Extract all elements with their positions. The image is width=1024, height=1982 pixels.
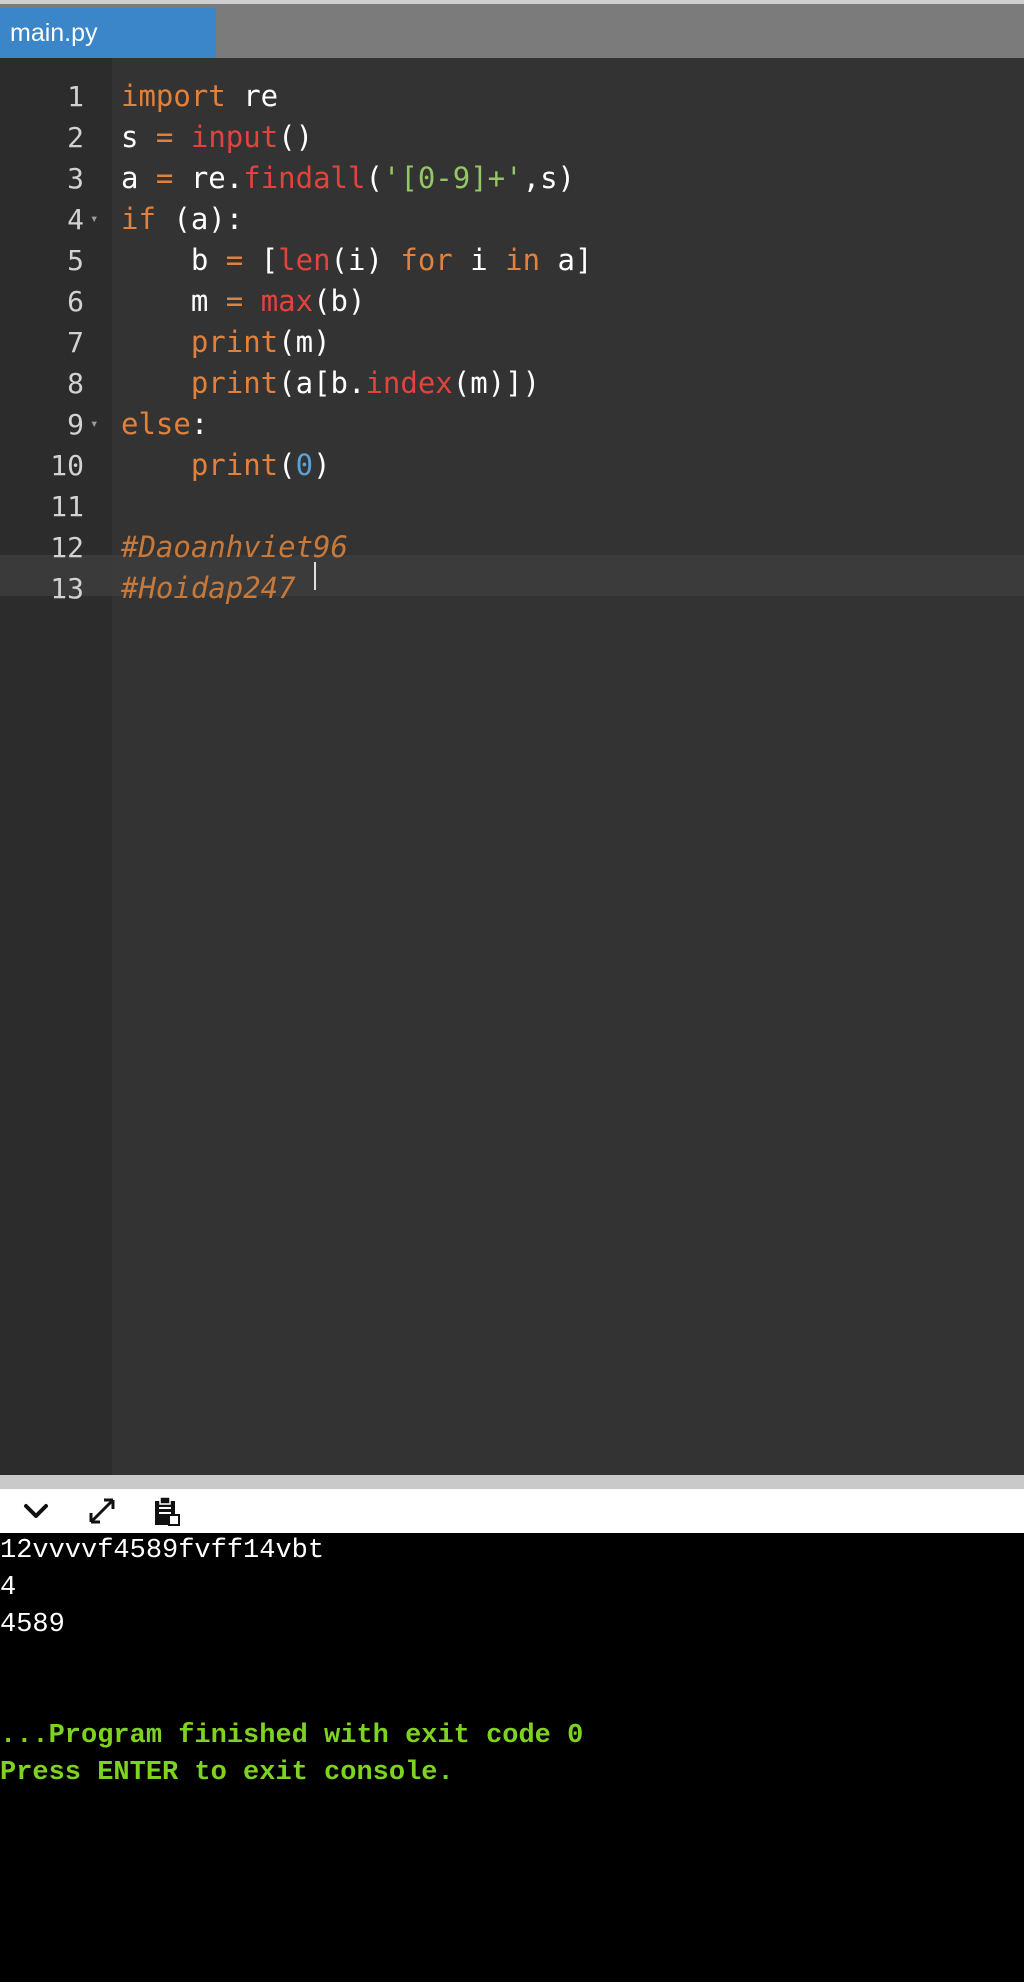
line-number: 5 bbox=[67, 244, 84, 277]
code-token: (m)]) bbox=[452, 366, 541, 400]
console-output-line: 4589 bbox=[0, 1610, 65, 1640]
code-token: ,s) bbox=[522, 161, 575, 195]
code-token: len bbox=[278, 243, 331, 277]
code-line[interactable]: #Hoidap247 bbox=[121, 568, 296, 609]
code-token: max bbox=[260, 284, 314, 318]
code-token: (a[b. bbox=[278, 366, 366, 400]
code-token: : bbox=[190, 407, 209, 441]
line-number: 7 bbox=[67, 326, 84, 359]
code-line[interactable]: print(m) bbox=[121, 322, 331, 363]
console-output-line: 12vvvvf4589fvff14vbt bbox=[0, 1536, 325, 1566]
line-number: 11 bbox=[50, 490, 84, 523]
code-token: = bbox=[225, 284, 244, 318]
console-toolbar bbox=[0, 1489, 1024, 1533]
code-token: = bbox=[225, 243, 244, 277]
fold-toggle-icon[interactable]: ▾ bbox=[90, 404, 98, 445]
code-token: input bbox=[190, 120, 279, 154]
line-number: 9 bbox=[67, 408, 84, 441]
code-token: #Hoidap247 bbox=[121, 571, 296, 605]
code-token: import bbox=[121, 79, 226, 113]
line-number: 3 bbox=[67, 162, 84, 195]
line-number: 8 bbox=[67, 367, 84, 400]
line-number: 12 bbox=[50, 531, 84, 564]
code-editor[interactable]: 1 import re 2 s = input() 3 a = re.findall('[… bbox=[0, 58, 1024, 1475]
code-token: #Daoanhviet96 bbox=[121, 530, 348, 564]
code-token: b bbox=[121, 243, 226, 277]
code-token: print bbox=[190, 366, 279, 400]
code-token: = bbox=[155, 120, 174, 154]
fold-toggle-icon[interactable]: ▾ bbox=[90, 199, 98, 240]
code-line[interactable]: s = input() bbox=[121, 117, 313, 158]
code-token: (m) bbox=[278, 325, 331, 359]
code-token: (i) bbox=[330, 243, 401, 277]
code-token: ( bbox=[278, 448, 296, 482]
code-token: print bbox=[190, 325, 279, 359]
code-token: re bbox=[225, 79, 279, 113]
code-token: s bbox=[121, 120, 156, 154]
code-line[interactable]: import re bbox=[121, 76, 278, 117]
code-token: index bbox=[365, 366, 453, 400]
code-token: '[0-9]+' bbox=[382, 161, 523, 195]
code-line[interactable]: print(a[b.index(m)]) bbox=[121, 363, 540, 404]
code-token: = bbox=[155, 161, 174, 195]
code-token: 0 bbox=[295, 448, 314, 482]
code-line[interactable]: b = [len(i) for i in a] bbox=[121, 240, 593, 281]
code-line[interactable]: a = re.findall('[0-9]+',s) bbox=[121, 158, 575, 199]
exit-code-message: ...Program finished with exit code 0 bbox=[0, 1721, 584, 1751]
press-enter-message: Press ENTER to exit console. bbox=[0, 1758, 454, 1788]
chevron-down-icon[interactable] bbox=[14, 1493, 58, 1529]
code-token: else bbox=[121, 407, 191, 441]
code-token: in bbox=[505, 243, 541, 277]
code-line[interactable]: else: bbox=[121, 404, 208, 445]
code-token: print bbox=[190, 448, 279, 482]
code-token: i bbox=[452, 243, 506, 277]
text-cursor bbox=[314, 562, 316, 590]
line-number: 13 bbox=[50, 572, 84, 605]
console-output-line: 4 bbox=[0, 1573, 17, 1603]
tab-main-py[interactable]: main.py bbox=[0, 8, 216, 62]
expand-icon[interactable] bbox=[80, 1493, 124, 1529]
code-token: ( bbox=[365, 161, 383, 195]
code-line[interactable]: if (a): bbox=[121, 199, 243, 240]
code-token: (b) bbox=[313, 284, 366, 318]
code-token: [ bbox=[243, 243, 279, 277]
code-token: findall bbox=[243, 161, 366, 195]
code-token: re. bbox=[173, 161, 244, 195]
line-number: 2 bbox=[67, 121, 84, 154]
tab-bar: main.py bbox=[0, 0, 1024, 62]
code-token: m bbox=[121, 284, 226, 318]
code-token: a] bbox=[540, 243, 593, 277]
panel-splitter[interactable] bbox=[0, 1475, 1024, 1489]
code-token: for bbox=[400, 243, 453, 277]
code-token: if bbox=[121, 202, 156, 236]
code-line[interactable]: m = max(b) bbox=[121, 281, 366, 322]
code-token: (a): bbox=[155, 202, 244, 236]
line-number: 10 bbox=[50, 449, 84, 482]
code-line[interactable]: print(0) bbox=[121, 445, 331, 486]
console-output-panel[interactable]: 12vvvvf4589fvff14vbt 4 4589 ...Program f… bbox=[0, 1533, 1024, 1982]
line-number: 6 bbox=[67, 285, 84, 318]
line-number: 4 bbox=[67, 203, 84, 236]
code-token: a bbox=[121, 161, 156, 195]
code-token: () bbox=[278, 120, 314, 154]
code-token: ) bbox=[313, 448, 331, 482]
line-number: 1 bbox=[67, 80, 84, 113]
clipboard-icon[interactable] bbox=[144, 1493, 188, 1529]
